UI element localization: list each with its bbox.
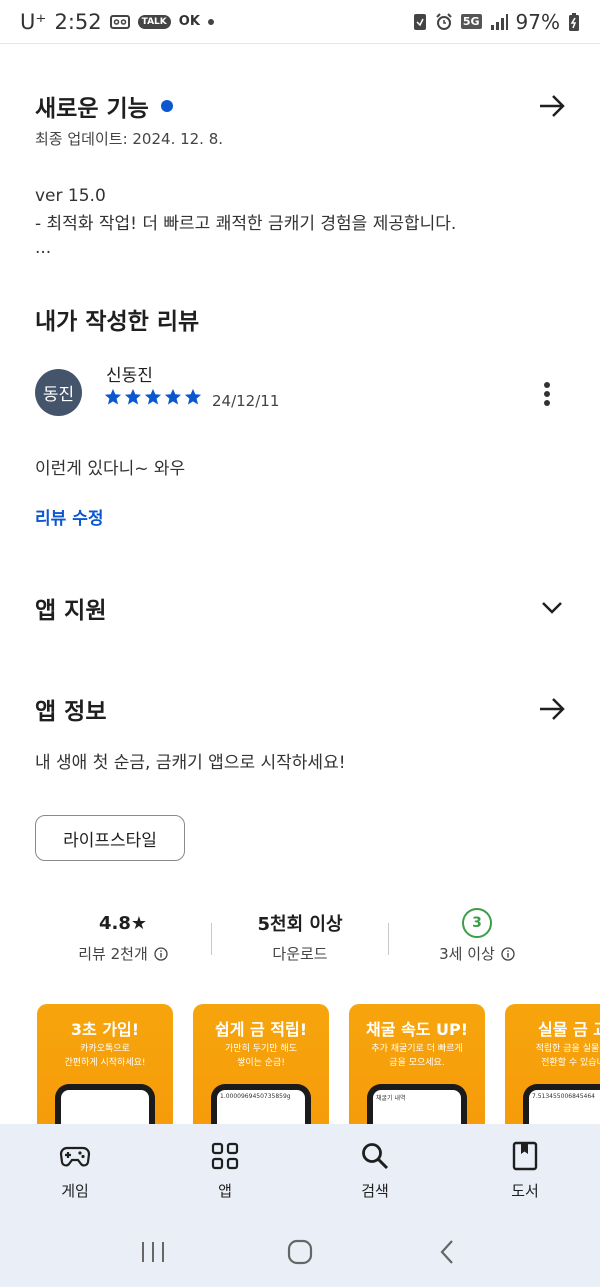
nav-item-books[interactable]: 도서 (450, 1124, 600, 1216)
downloads-stat: 5천회 이상 다운로드 (212, 905, 388, 964)
age-label: 3세 이상 (439, 945, 495, 963)
rating-label-wrap: 리뷰 2천개 (78, 943, 168, 964)
avatar: 동진 (35, 369, 82, 416)
screenshot-desc: 카카오톡으로 간편하게 시작하세요! (64, 1044, 146, 1068)
nav-label-search: 검색 (361, 1181, 389, 1200)
ok-badge-text: OK (178, 14, 200, 29)
battery-icon (568, 12, 580, 32)
reviewer-name: 신동진 (106, 366, 153, 386)
info-icon (501, 946, 515, 961)
battery-percent: 97% (515, 9, 560, 34)
whats-new-title-wrap: 새로운 기능 (35, 89, 173, 123)
app-description: 내 생애 첫 순금, 금캐기 앱으로 시작하세요! (35, 753, 346, 773)
nav-label-apps: 앱 (218, 1181, 232, 1200)
arrow-right-icon[interactable] (534, 691, 570, 727)
phone-status-icon (413, 13, 427, 31)
category-chip[interactable]: 라이프스타일 (35, 815, 185, 861)
screenshot-desc: 가만히 두기만 해도 쌓이는 순금! (225, 1044, 297, 1068)
age-label-wrap: 3세 이상 (439, 943, 515, 964)
info-icon (154, 946, 168, 961)
app-support-header[interactable]: 앱 지원 (35, 590, 570, 626)
status-bar: U⁺ 2:52 TALK OK 5G 97% (0, 0, 600, 44)
carrier-label: U⁺ (20, 9, 47, 34)
whats-new-header[interactable]: 새로운 기능 (35, 88, 570, 124)
screenshot-desc: 추가 채굴기로 더 빠르게 금을 모으세요. (371, 1044, 463, 1068)
downloads-value: 5천회 이상 (257, 914, 343, 935)
home-icon[interactable] (280, 1232, 320, 1272)
star-icon (144, 388, 162, 405)
nav-item-games[interactable]: 게임 (0, 1124, 150, 1216)
age-badge-wrap: 3 (462, 905, 492, 941)
star-icon (184, 388, 202, 405)
whats-new-section: 새로운 기능 최종 업데이트: 2024. 12. 8. ver 15.0 - … (35, 88, 570, 258)
update-note: - 최적화 작업! 더 빠르고 쾌적한 금캐기 경험을 제공합니다. (35, 214, 457, 234)
phone-mockup: 7.513455006845464 (523, 1084, 600, 1129)
status-right: 5G 97% (413, 10, 580, 34)
rating-value: 4.8★ (98, 912, 148, 934)
edit-review-button[interactable]: 리뷰 수정 (35, 504, 103, 529)
rating-stars (104, 388, 202, 406)
kakaotalk-icon: TALK (137, 14, 171, 29)
alarm-icon (435, 12, 453, 31)
new-indicator-dot (160, 100, 173, 112)
search-icon (362, 1142, 389, 1169)
screenshot-title: 쉽게 금 적립! (214, 1020, 308, 1039)
ok-cashbag-icon: OK (179, 14, 200, 29)
star-icon (104, 388, 122, 405)
screenshot-carousel[interactable]: 3초 가입! 카카오톡으로 간편하게 시작하세요! 쉽게 금 적립! 가만히 두… (37, 1004, 600, 1129)
signal-icon (490, 13, 508, 30)
notification-dot-icon (207, 18, 214, 25)
review-date: 24/12/11 (212, 392, 280, 410)
star-icon (124, 388, 142, 405)
age-badge: 3 (462, 908, 492, 938)
book-icon (512, 1141, 538, 1170)
age-rating-stat[interactable]: 3 3세 이상 (389, 905, 565, 964)
my-review-title: 내가 작성한 리뷰 (35, 309, 200, 335)
rating-stat[interactable]: 4.8★ 리뷰 2천개 (35, 905, 211, 964)
network-type-badge: 5G (460, 14, 482, 29)
clock-time: 2:52 (54, 9, 102, 34)
nav-item-search[interactable]: 검색 (300, 1124, 450, 1216)
phone-mockup: 채굴기 내역 (367, 1084, 467, 1129)
screenshot-card[interactable]: 3초 가입! 카카오톡으로 간편하게 시작하세요! (37, 1004, 173, 1129)
app-stats: 4.8★ 리뷰 2천개 5천회 이상 다운로드 3 3세 이상 (35, 905, 565, 975)
arrow-right-icon[interactable] (534, 88, 570, 124)
app-info-header[interactable]: 앱 정보 (35, 691, 570, 727)
nav-label-books: 도서 (511, 1181, 539, 1200)
whats-new-title: 새로운 기능 (35, 96, 149, 122)
my-review-section: 내가 작성한 리뷰 (35, 302, 570, 336)
apps-grid-icon (211, 1142, 239, 1169)
screenshot-title: 실물 금 교 (537, 1020, 600, 1039)
chevron-down-icon[interactable] (534, 590, 570, 626)
nav-label-games: 게임 (61, 1181, 89, 1200)
screenshot-card[interactable]: 실물 금 교 적립한 금을 실물 금 전환할 수 있습니 7.513455006… (505, 1004, 600, 1129)
app-support-section[interactable]: 앱 지원 (35, 590, 570, 626)
app-support-title: 앱 지원 (35, 598, 107, 624)
back-icon[interactable] (427, 1232, 467, 1272)
screenshot-card[interactable]: 쉽게 금 적립! 가만히 두기만 해도 쌓이는 순금! 1.0000969450… (193, 1004, 329, 1129)
screenshot-desc: 적립한 금을 실물 금 전환할 수 있습니 (535, 1044, 600, 1068)
more-ellipsis: ... (35, 238, 52, 258)
review-text: 이런게 있다니~ 와우 (35, 459, 186, 479)
app-info-title: 앱 정보 (35, 699, 107, 725)
voicemail-icon (109, 14, 130, 29)
version-text: ver 15.0 (35, 186, 106, 206)
star-icon (164, 388, 182, 405)
last-updated: 최종 업데이트: 2024. 12. 8. (35, 130, 224, 148)
system-navigation (0, 1216, 600, 1287)
bottom-navigation: 게임 앱 검색 도서 (0, 1124, 600, 1216)
status-left: U⁺ 2:52 TALK OK (20, 10, 214, 34)
screenshot-title: 채굴 속도 UP! (365, 1020, 469, 1039)
gamepad-icon (59, 1146, 91, 1166)
phone-mockup: 1.0000969450735859g (211, 1084, 311, 1129)
more-options-icon[interactable] (532, 378, 562, 410)
app-info-section: 앱 정보 내 생애 첫 순금, 금캐기 앱으로 시작하세요! (35, 691, 570, 777)
screenshot-card[interactable]: 채굴 속도 UP! 추가 채굴기로 더 빠르게 금을 모으세요. 채굴기 내역 (349, 1004, 485, 1129)
downloads-label: 다운로드 (272, 945, 328, 963)
screenshot-title: 3초 가입! (70, 1020, 140, 1039)
nav-item-apps[interactable]: 앱 (150, 1124, 300, 1216)
phone-mockup (55, 1084, 155, 1129)
rating-label: 리뷰 2천개 (78, 945, 148, 963)
recent-apps-icon[interactable] (133, 1232, 173, 1272)
